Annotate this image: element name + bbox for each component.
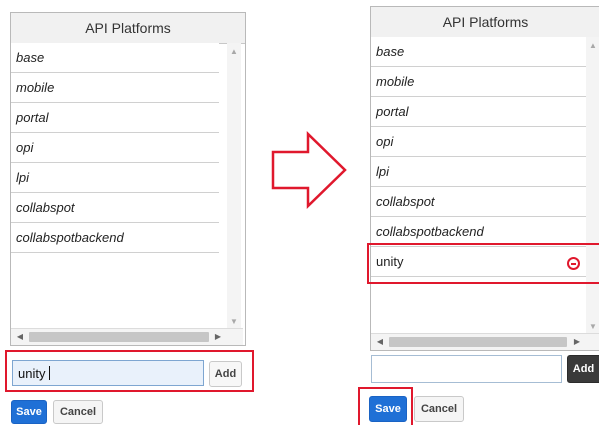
scroll-up-icon[interactable]: ▲ [227, 45, 241, 59]
scroll-down-icon[interactable]: ▼ [586, 320, 599, 334]
add-button[interactable]: Add [209, 361, 242, 387]
list-item[interactable]: lpi [11, 163, 219, 193]
scroll-right-icon[interactable]: ▶ [570, 334, 584, 350]
new-platform-input[interactable] [371, 355, 562, 383]
scroll-left-icon[interactable]: ◀ [373, 334, 387, 350]
list-item[interactable]: mobile [371, 67, 586, 97]
text-cursor [49, 366, 50, 380]
list-item[interactable]: collabspot [11, 193, 219, 223]
scroll-up-icon[interactable]: ▲ [586, 39, 599, 53]
list-item[interactable]: lpi [371, 157, 586, 187]
list-item-new[interactable]: unity [371, 247, 586, 277]
list-item[interactable]: collabspotbackend [11, 223, 219, 253]
vertical-scrollbar[interactable]: ▲ ▼ [586, 37, 599, 334]
list-item[interactable]: mobile [11, 73, 219, 103]
platform-list-before: API Platforms base mobile portal opi lpi… [10, 12, 246, 346]
list-item[interactable]: collabspot [371, 187, 586, 217]
new-platform-input[interactable] [12, 360, 204, 386]
list-item[interactable]: portal [11, 103, 219, 133]
horizontal-scrollbar[interactable]: ◀ ▶ [11, 328, 243, 345]
add-button[interactable]: Add [567, 355, 599, 383]
save-button[interactable]: Save [369, 396, 407, 422]
list-item[interactable]: portal [371, 97, 586, 127]
save-button[interactable]: Save [11, 400, 47, 424]
list-item[interactable]: opi [11, 133, 219, 163]
list-header: API Platforms [11, 13, 245, 44]
list-header: API Platforms [371, 7, 599, 38]
list-item[interactable]: base [11, 43, 219, 73]
scroll-right-icon[interactable]: ▶ [211, 329, 225, 345]
scroll-left-icon[interactable]: ◀ [13, 329, 27, 345]
scroll-thumb[interactable] [29, 332, 209, 342]
scroll-down-icon[interactable]: ▼ [227, 315, 241, 329]
horizontal-scrollbar[interactable]: ◀ ▶ [371, 333, 599, 350]
platform-list-after: API Platforms base mobile portal opi lpi… [370, 6, 599, 351]
remove-icon[interactable] [567, 257, 580, 270]
scroll-thumb[interactable] [389, 337, 567, 347]
arrow-right-icon [271, 131, 347, 209]
cancel-button[interactable]: Cancel [414, 396, 464, 422]
list-item[interactable]: base [371, 37, 586, 67]
list-item[interactable]: collabspotbackend [371, 217, 586, 247]
list-item[interactable]: opi [371, 127, 586, 157]
cancel-button[interactable]: Cancel [53, 400, 103, 424]
vertical-scrollbar[interactable]: ▲ ▼ [227, 43, 241, 329]
